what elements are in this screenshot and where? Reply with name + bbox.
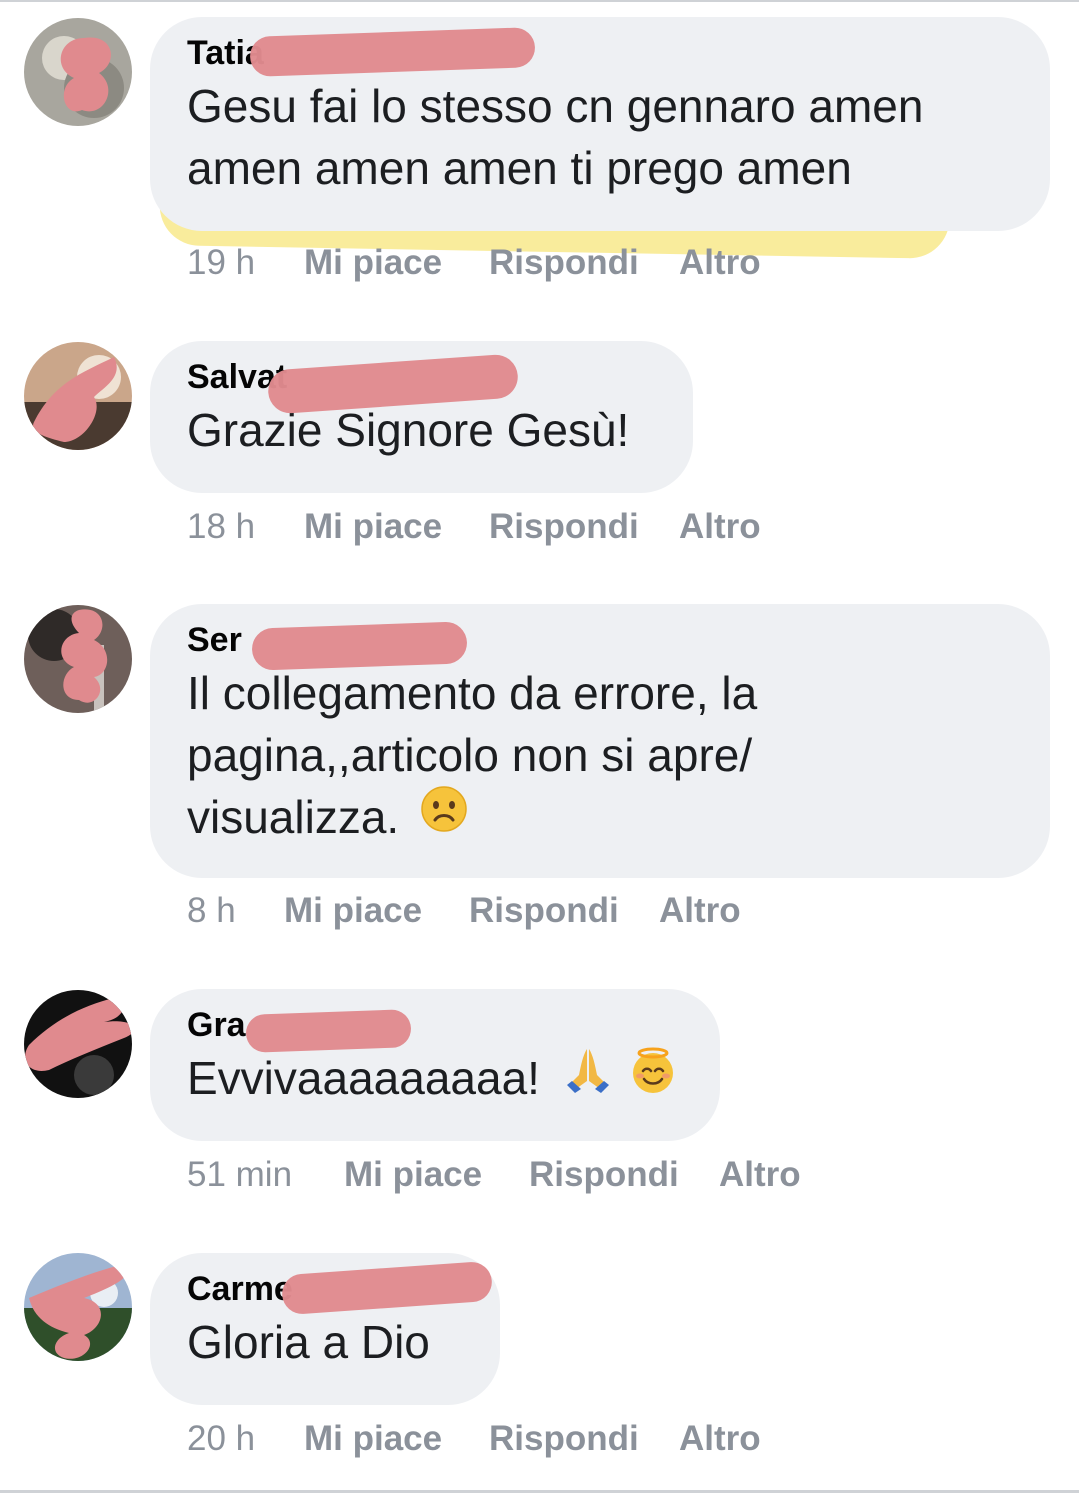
comment-text: Il collegamento da errore, la pagina,,ar… <box>187 667 758 843</box>
bottom-divider <box>0 1490 1079 1493</box>
like-button[interactable]: Mi piace <box>344 1155 482 1195</box>
comment-text: Gesu fai lo stesso cn gennaro amen amen … <box>187 80 924 194</box>
reply-button[interactable]: Rispondi <box>489 1419 639 1459</box>
comment-actions: 20 h Mi piace Rispondi Altro <box>187 1419 887 1459</box>
comment-timestamp: 8 h <box>187 891 236 930</box>
comment-timestamp: 20 h <box>187 1419 256 1458</box>
top-divider <box>0 0 1079 2</box>
name-redaction <box>245 1009 412 1053</box>
name-redaction <box>251 621 468 671</box>
comment-text: Gloria a Dio <box>187 1316 430 1368</box>
sad-face-emoji <box>420 785 468 848</box>
comment-text: Grazie Signore Gesù! <box>187 404 630 456</box>
more-button[interactable]: Altro <box>719 1155 801 1195</box>
reply-button[interactable]: Rispondi <box>469 891 619 931</box>
reply-button[interactable]: Rispondi <box>489 243 639 283</box>
like-button[interactable]: Mi piace <box>284 891 422 931</box>
comment-timestamp: 51 min <box>187 1155 293 1194</box>
comment-actions: 18 h Mi piace Rispondi Altro <box>187 507 887 547</box>
avatar[interactable] <box>24 605 132 713</box>
avatar[interactable] <box>24 1253 132 1361</box>
avatar[interactable] <box>24 342 132 450</box>
comment-actions: 8 h Mi piace Rispondi Altro <box>187 891 887 931</box>
more-button[interactable]: Altro <box>679 1419 761 1459</box>
reply-button[interactable]: Rispondi <box>489 507 639 547</box>
more-button[interactable]: Altro <box>679 507 761 547</box>
comment-text: Evvivaaaaaaaaa! <box>187 1052 540 1104</box>
comment-timestamp: 19 h <box>187 243 256 282</box>
more-button[interactable]: Altro <box>659 891 741 931</box>
folded-hands-emoji <box>563 1045 613 1110</box>
reply-button[interactable]: Rispondi <box>529 1155 679 1195</box>
comment-bubble: Gra Evvivaaaaaaaaa! <box>150 989 720 1141</box>
comment-text-wrap: Il collegamento da errore, la pagina,,ar… <box>187 662 847 852</box>
comment-actions: 51 min Mi piace Rispondi Altro <box>187 1155 887 1195</box>
comment-actions: 19 h Mi piace Rispondi Altro <box>187 243 887 283</box>
comment-text-wrap: Evvivaaaaaaaaa! <box>187 1047 684 1114</box>
like-button[interactable]: Mi piace <box>304 1419 442 1459</box>
like-button[interactable]: Mi piace <box>304 243 442 283</box>
avatar[interactable] <box>24 18 132 126</box>
more-button[interactable]: Altro <box>679 243 761 283</box>
avatar[interactable] <box>24 990 132 1098</box>
comment-timestamp: 18 h <box>187 507 256 546</box>
like-button[interactable]: Mi piace <box>304 507 442 547</box>
smiling-face-with-halo-emoji <box>628 1045 678 1110</box>
